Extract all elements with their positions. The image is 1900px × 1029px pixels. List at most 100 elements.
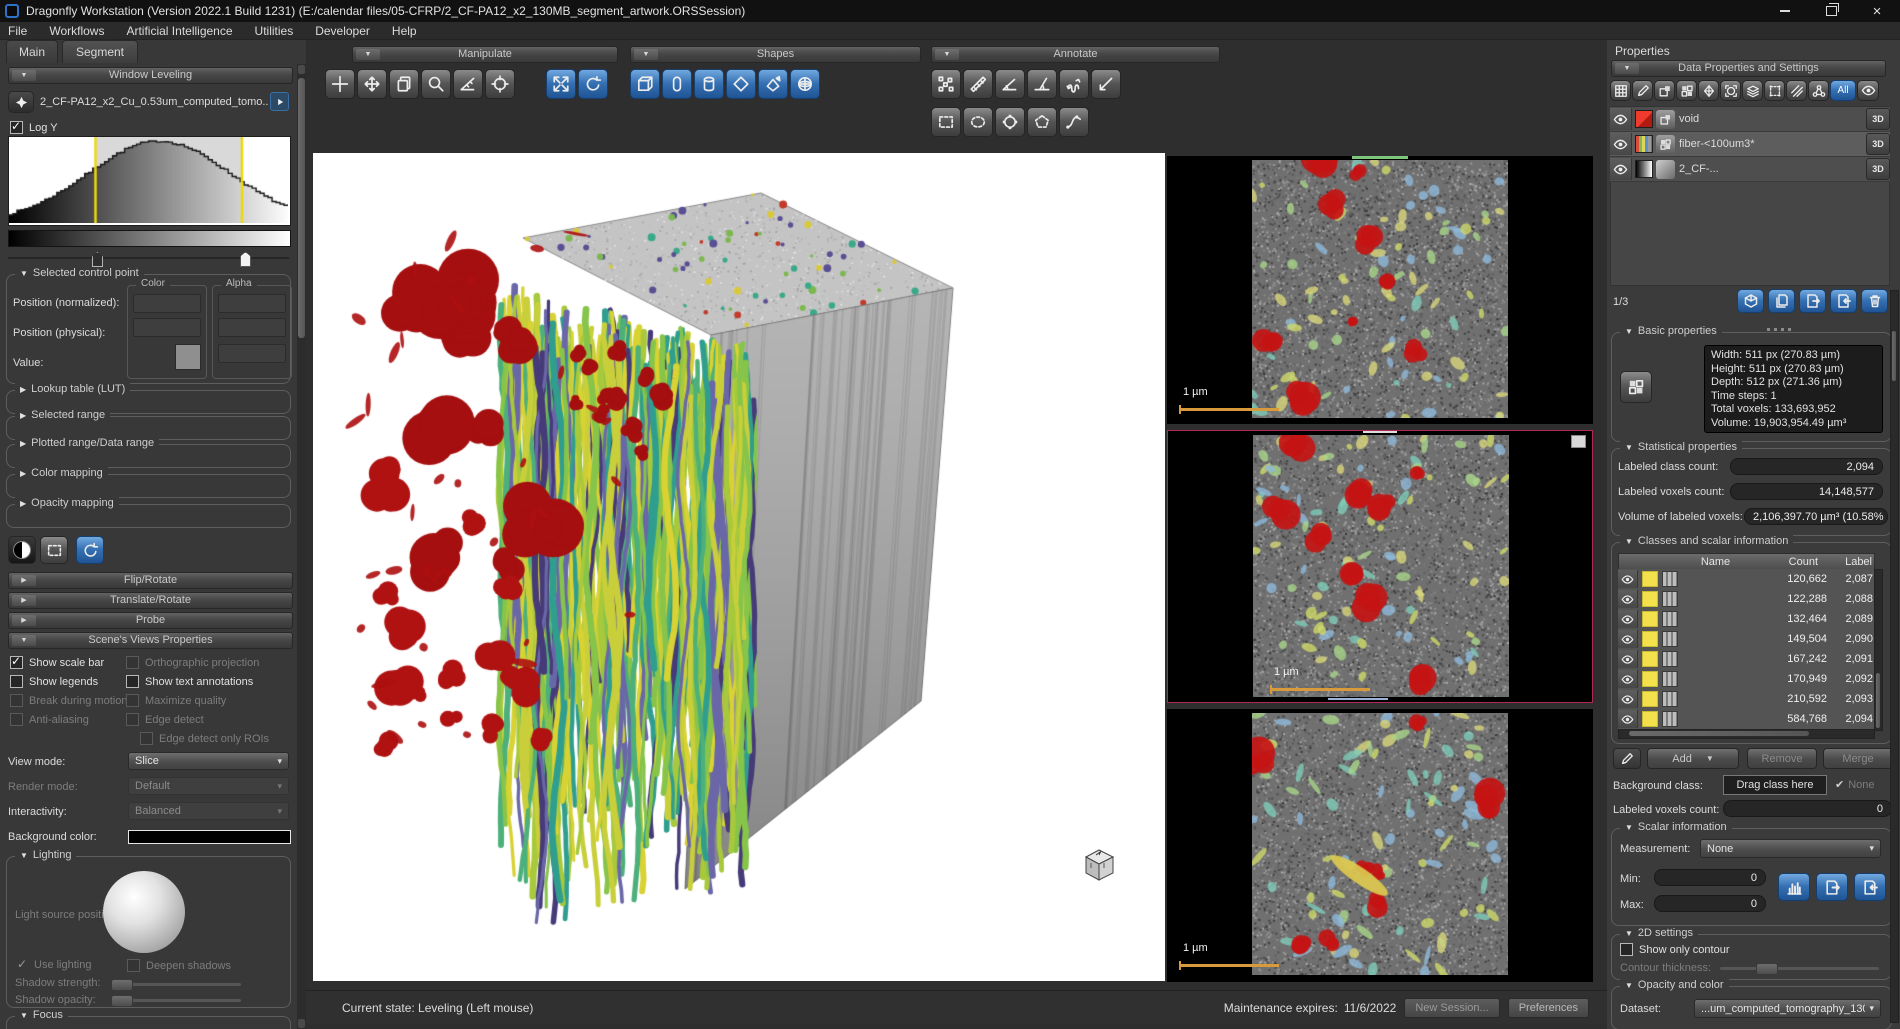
fit-view-button[interactable] xyxy=(546,69,576,99)
scroll-up-icon[interactable] xyxy=(298,65,305,74)
expand-arrow-icon[interactable]: ▶ xyxy=(20,385,26,394)
visibility-eye-icon[interactable] xyxy=(1618,570,1638,588)
column-name[interactable]: Name xyxy=(1683,556,1748,568)
background-class-dropzone[interactable]: Drag class here xyxy=(1723,775,1827,795)
menu-artificial-intelligence[interactable]: Artificial Intelligence xyxy=(126,24,232,38)
class-table-row[interactable]: 210,5922,093 xyxy=(1618,689,1875,710)
class-color-swatch[interactable] xyxy=(1642,571,1658,587)
data-properties-header[interactable]: ▼ Data Properties and Settings xyxy=(1611,60,1886,77)
close-button[interactable]: × xyxy=(1854,0,1900,22)
class-color-swatch[interactable] xyxy=(1642,651,1658,667)
orientation-cube[interactable] xyxy=(1076,841,1122,887)
filter-streamlines-icon[interactable] xyxy=(1786,80,1807,101)
filter-all-button[interactable]: All xyxy=(1830,80,1856,101)
histogram-canvas[interactable] xyxy=(9,137,288,223)
visibility-all-icon[interactable] xyxy=(1857,80,1879,101)
class-table-row[interactable]: 149,5042,090 xyxy=(1618,629,1875,650)
visibility-eye-icon[interactable] xyxy=(1618,670,1638,688)
show-legends-checkbox[interactable]: Show legends xyxy=(10,675,98,688)
histogram-plot[interactable] xyxy=(8,136,291,226)
collapse-arrow-icon[interactable]: ▼ xyxy=(1625,327,1633,336)
pick-class-button[interactable] xyxy=(1613,748,1641,769)
scrollbar-thumb[interactable] xyxy=(298,78,305,338)
scrollbar-thumb[interactable] xyxy=(1892,331,1896,381)
checkbox-icon[interactable] xyxy=(10,121,23,134)
region-select-button[interactable] xyxy=(40,536,68,564)
slice-view-middle-selected[interactable]: 1 µm xyxy=(1167,430,1593,703)
slider-handle-low[interactable] xyxy=(92,252,103,267)
show-scale-bar-checkbox[interactable]: Show scale bar xyxy=(10,656,104,669)
slider-handle-high[interactable] xyxy=(240,252,251,267)
show-3d-button[interactable] xyxy=(1737,289,1764,313)
filter-layers-icon[interactable] xyxy=(1742,80,1763,101)
collapse-arrow-icon[interactable]: ▼ xyxy=(20,269,28,278)
class-color-swatch[interactable] xyxy=(1642,671,1658,687)
show-only-contour-checkbox[interactable]: Show only contour xyxy=(1620,943,1730,956)
color-position-physical-field[interactable] xyxy=(133,318,201,337)
dataset-row-fiber-selected[interactable]: fiber-<100um3* 3D xyxy=(1610,132,1890,157)
shape-box-button[interactable] xyxy=(630,69,660,99)
filter-table-icon[interactable] xyxy=(1610,80,1631,101)
duplicate-button[interactable] xyxy=(1768,289,1795,313)
class-table-row[interactable]: 120,6622,087 xyxy=(1618,569,1875,590)
annotate-rectangle-button[interactable] xyxy=(931,107,961,137)
pan-tool-button[interactable] xyxy=(357,69,387,99)
alpha-position-physical-field[interactable] xyxy=(218,318,286,337)
remove-class-button[interactable]: Remove xyxy=(1747,748,1817,769)
viewport-3d[interactable] xyxy=(313,153,1165,981)
collapse-arrow-icon[interactable]: ▼ xyxy=(634,49,658,60)
shape-cylinder-button[interactable] xyxy=(694,69,724,99)
restore-button[interactable] xyxy=(1808,0,1854,22)
visibility-eye-icon[interactable] xyxy=(1618,690,1638,708)
annotate-toolbar-header[interactable]: ▼ Annotate xyxy=(931,46,1220,63)
menu-workflows[interactable]: Workflows xyxy=(49,24,104,38)
color-swatch-red[interactable] xyxy=(1635,110,1653,128)
window-leveling-header[interactable]: ▼ Window Leveling xyxy=(8,67,293,84)
collapse-arrow-icon[interactable]: ▼ xyxy=(1625,443,1633,452)
filter-nodes-icon[interactable] xyxy=(1808,80,1829,101)
slice-canvas[interactable] xyxy=(1252,713,1508,975)
background-none-checkbox[interactable]: ✔ None xyxy=(1835,778,1875,791)
visibility-eye-icon[interactable] xyxy=(1618,590,1638,608)
view-mode-dropdown[interactable]: Slice xyxy=(128,752,289,770)
visibility-eye-icon[interactable] xyxy=(1610,133,1632,155)
expand-arrow-icon[interactable]: ▶ xyxy=(20,499,26,508)
filter-roi-icon[interactable] xyxy=(1654,80,1675,101)
class-table-row[interactable]: 584,7682,094 xyxy=(1618,709,1875,730)
export-scalar-button[interactable] xyxy=(1816,873,1848,901)
scroll-down-icon[interactable] xyxy=(298,1019,305,1028)
scrollbar-thumb[interactable] xyxy=(1876,673,1880,728)
filter-mesh-icon[interactable] xyxy=(1698,80,1719,101)
column-count[interactable]: Count xyxy=(1748,556,1824,568)
expand-arrow-icon[interactable]: ▶ xyxy=(12,595,36,606)
collapse-arrow-icon[interactable]: ▼ xyxy=(1625,929,1633,938)
measure-tool-button[interactable] xyxy=(453,69,483,99)
manipulate-toolbar-header[interactable]: ▼ Manipulate xyxy=(352,46,618,63)
scene-3d-canvas[interactable] xyxy=(313,153,1165,981)
annotate-arrow-button[interactable] xyxy=(1091,69,1121,99)
histogram-button[interactable] xyxy=(1778,873,1810,901)
collapse-arrow-icon[interactable]: ▼ xyxy=(12,635,36,646)
export-button[interactable] xyxy=(1799,289,1826,313)
annotate-points-button[interactable] xyxy=(931,69,961,99)
translate-rotate-header[interactable]: ▶ Translate/Rotate xyxy=(8,592,293,609)
slice-canvas[interactable] xyxy=(1252,160,1508,418)
visibility-eye-icon[interactable] xyxy=(1618,630,1638,648)
annotate-path-button[interactable] xyxy=(1059,69,1089,99)
color-mapping-group[interactable]: ▶Color mapping xyxy=(6,474,291,498)
slice-view-top[interactable]: 1 µm xyxy=(1167,156,1593,424)
collapse-arrow-icon[interactable]: ▼ xyxy=(20,1011,28,1020)
light-source-sphere[interactable] xyxy=(103,871,185,953)
collapse-arrow-icon[interactable]: ▼ xyxy=(12,70,36,81)
expand-arrow-icon[interactable]: ▶ xyxy=(12,575,36,586)
scrollbar-thumb[interactable] xyxy=(1629,731,1809,736)
dataset-dropdown[interactable]: ...um_computed_tomography_130MB xyxy=(1694,999,1881,1018)
badge-3d[interactable]: 3D xyxy=(1866,108,1890,130)
delete-button[interactable] xyxy=(1861,289,1888,313)
slice-scrollbar[interactable] xyxy=(1328,698,1388,700)
expand-arrow-icon[interactable]: ▶ xyxy=(20,411,26,420)
visibility-eye-icon[interactable] xyxy=(1618,650,1638,668)
annotate-angle-button[interactable] xyxy=(995,69,1025,99)
annotate-polygon-button[interactable] xyxy=(1027,107,1057,137)
color-value-swatch[interactable] xyxy=(175,344,201,370)
